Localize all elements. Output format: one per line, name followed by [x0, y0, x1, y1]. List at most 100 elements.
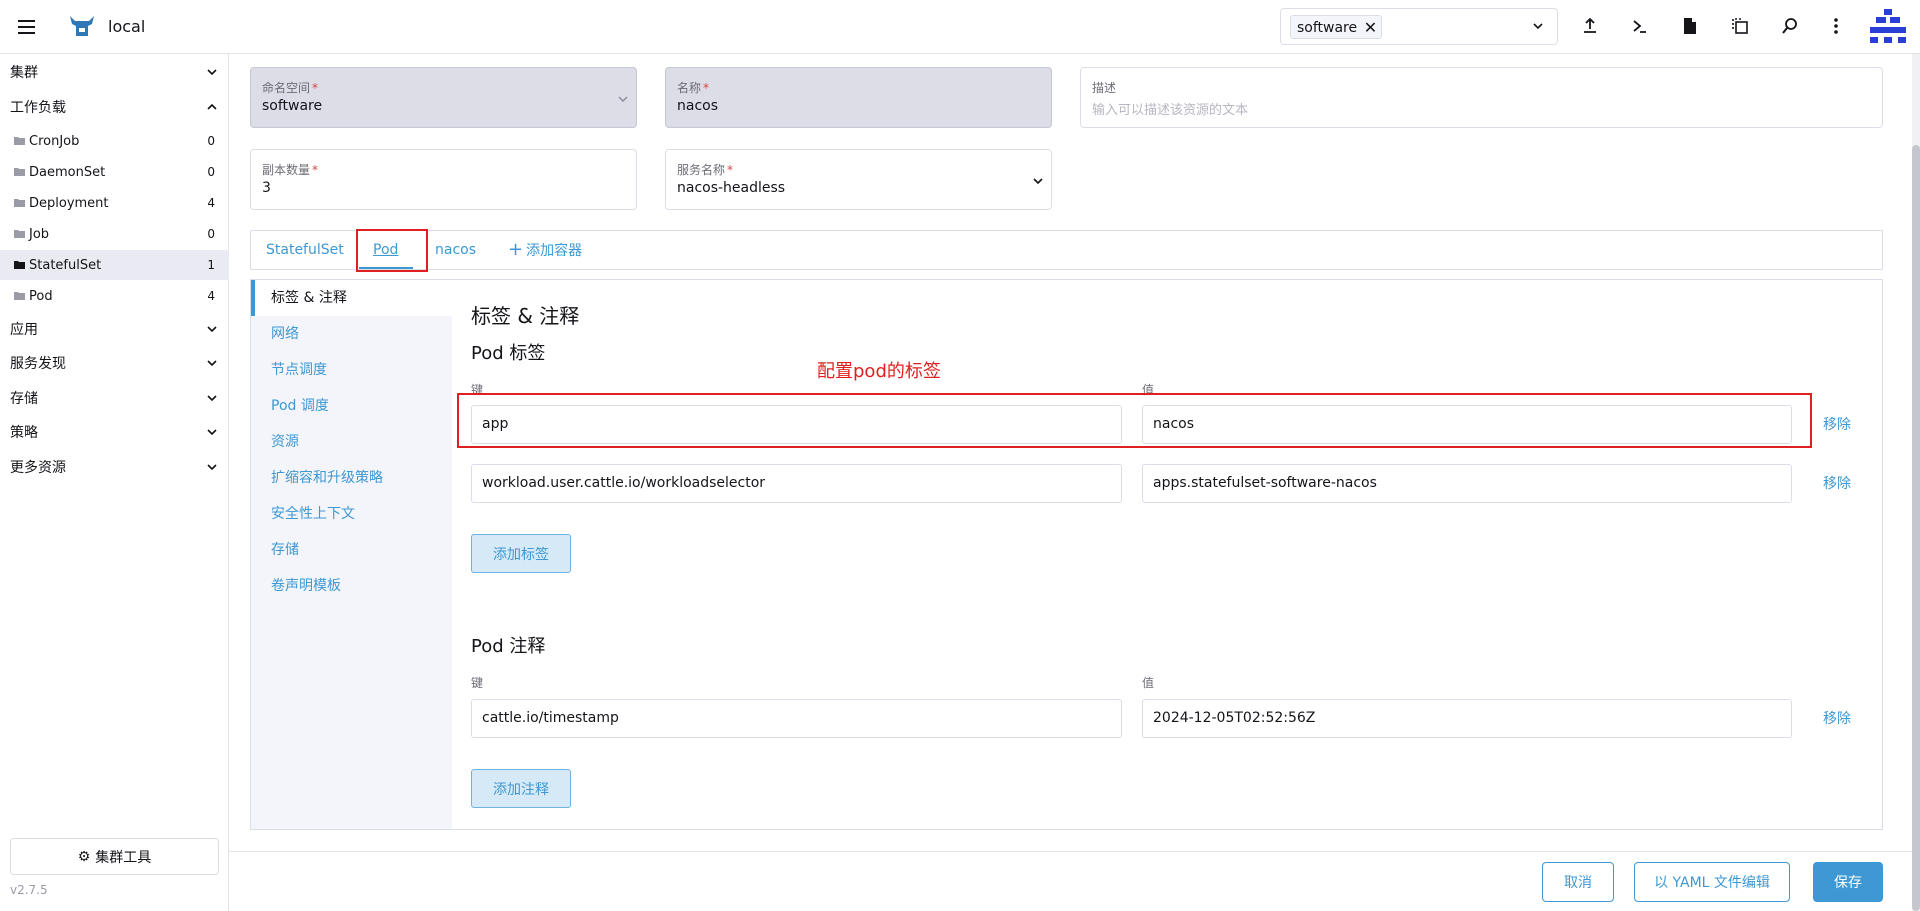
- chevron-down-icon[interactable]: [1531, 16, 1545, 40]
- nav-group-label: 策略: [10, 425, 38, 441]
- sidebar-item-label: DaemonSet: [29, 164, 106, 180]
- description-placeholder: 输入可以描述该资源的文本: [1092, 103, 1249, 118]
- label-key-input[interactable]: workload.user.cattle.io/workloadselector: [471, 464, 1122, 503]
- add-container-tab[interactable]: + 添加容器: [508, 231, 582, 269]
- user-avatar-icon[interactable]: [1868, 7, 1908, 47]
- nav-group-storage[interactable]: 存储: [0, 383, 229, 413]
- upload-icon[interactable]: [1578, 14, 1602, 38]
- label-key-input[interactable]: app: [471, 405, 1122, 444]
- gear-icon: ⚙: [77, 848, 91, 865]
- add-annotation-button[interactable]: 添加注释: [471, 769, 571, 808]
- edit-yaml-button[interactable]: 以 YAML 文件编辑: [1634, 862, 1790, 902]
- remove-annotation-button[interactable]: 移除: [1823, 708, 1851, 728]
- scrollbar-thumb[interactable]: [1912, 145, 1920, 911]
- remove-label-button[interactable]: 移除: [1823, 473, 1851, 493]
- nav-group-service-discovery[interactable]: 服务发现: [0, 348, 229, 378]
- replicas-value: 3: [262, 180, 271, 196]
- top-header: local software ✕: [0, 0, 1920, 54]
- sidebar-item-count: 0: [207, 227, 215, 241]
- nav-group-label: 更多资源: [10, 460, 66, 476]
- label-value-input[interactable]: apps.statefulset-software-nacos: [1142, 464, 1792, 503]
- namespace-value: software: [262, 98, 323, 114]
- sidebar-item-daemonset[interactable]: DaemonSet 0: [0, 157, 229, 187]
- sidebar-item-label: CronJob: [29, 133, 80, 149]
- menu-icon[interactable]: [14, 15, 38, 39]
- side-tab-volume-claim-templates[interactable]: 卷声明模板: [251, 568, 452, 604]
- close-icon[interactable]: ✕: [1364, 16, 1377, 40]
- nav-group-workload[interactable]: 工作负载: [0, 92, 229, 122]
- side-tab-pod-scheduling[interactable]: Pod 调度: [251, 388, 452, 424]
- sidebar-item-pod[interactable]: Pod 4: [0, 281, 229, 311]
- chevron-up-icon: [205, 99, 219, 119]
- chevron-down-icon: [616, 93, 630, 109]
- annotation-note: 配置pod的标签: [817, 361, 941, 382]
- replicas-input[interactable]: 副本数量 * 3: [250, 149, 637, 210]
- sidebar-item-statefulset[interactable]: StatefulSet 1: [0, 250, 229, 280]
- sidebar-item-count: 0: [207, 165, 215, 179]
- sidebar-item-count: 4: [207, 196, 215, 210]
- search-icon[interactable]: [1778, 14, 1802, 38]
- description-field[interactable]: 描述 输入可以描述该资源的文本: [1080, 67, 1883, 128]
- folder-icon: [14, 168, 25, 176]
- copy-config-icon[interactable]: [1728, 14, 1752, 38]
- cluster-tools-label: 集群工具: [95, 849, 152, 866]
- sidebar-item-deployment[interactable]: Deployment 4: [0, 188, 229, 218]
- side-tab-scaling-upgrade[interactable]: 扩缩容和升级策略: [251, 460, 452, 496]
- nav-group-more-resources[interactable]: 更多资源: [0, 452, 229, 482]
- cancel-button[interactable]: 取消: [1542, 862, 1614, 902]
- terminal-icon[interactable]: [1628, 14, 1652, 38]
- sidebar: 集群 工作负载 CronJob 0 DaemonSet 0 Deployment…: [0, 54, 229, 911]
- remove-label-button[interactable]: 移除: [1823, 414, 1851, 434]
- more-vertical-icon[interactable]: [1824, 14, 1848, 38]
- service-name-value: nacos-headless: [677, 180, 786, 196]
- name-field: 名称 * nacos: [665, 67, 1052, 128]
- section-title: 标签 & 注释: [471, 304, 580, 328]
- save-button[interactable]: 保存: [1813, 862, 1883, 902]
- folder-icon: [14, 261, 25, 269]
- side-tab-network[interactable]: 网络: [251, 316, 452, 352]
- side-tab-labels-annotations[interactable]: 标签 & 注释: [251, 280, 452, 316]
- sidebar-item-cronjob[interactable]: CronJob 0: [0, 126, 229, 156]
- namespace-label: 命名空间: [262, 81, 311, 95]
- chevron-down-icon: [205, 390, 219, 410]
- description-label: 描述: [1092, 81, 1117, 95]
- sidebar-item-label: Pod: [29, 288, 53, 304]
- nav-group-policy[interactable]: 策略: [0, 417, 229, 447]
- service-name-select[interactable]: 服务名称 * nacos-headless: [665, 149, 1052, 210]
- file-icon[interactable]: [1678, 14, 1702, 38]
- add-label-button[interactable]: 添加标签: [471, 534, 571, 573]
- folder-icon: [14, 292, 25, 300]
- sidebar-item-count: 1: [207, 258, 215, 272]
- side-tab-node-scheduling[interactable]: 节点调度: [251, 352, 452, 388]
- tab-nacos[interactable]: nacos: [435, 231, 476, 269]
- namespace-filter-select[interactable]: software ✕: [1280, 8, 1558, 45]
- nav-group-label: 应用: [10, 322, 38, 338]
- annotation-value-input[interactable]: 2024-12-05T02:52:56Z: [1142, 699, 1792, 738]
- nav-group-cluster[interactable]: 集群: [0, 57, 229, 87]
- key-column-label: 键: [471, 676, 484, 690]
- replicas-label: 副本数量: [262, 163, 311, 177]
- name-label: 名称: [677, 81, 702, 95]
- side-tab-storage[interactable]: 存储: [251, 532, 452, 568]
- pod-tab-highlight-box: [356, 229, 428, 272]
- annotation-key-input[interactable]: cattle.io/timestamp: [471, 699, 1122, 738]
- side-tab-resources[interactable]: 资源: [251, 424, 452, 460]
- chevron-down-icon: [205, 459, 219, 479]
- namespace-chip-label: software: [1297, 20, 1358, 36]
- sidebar-item-job[interactable]: Job 0: [0, 219, 229, 249]
- chevron-down-icon: [205, 424, 219, 444]
- nav-group-label: 工作负载: [10, 100, 66, 116]
- chevron-down-icon: [205, 64, 219, 84]
- side-tab-security-context[interactable]: 安全性上下文: [251, 496, 452, 532]
- namespace-chip: software ✕: [1290, 15, 1383, 40]
- cluster-tools-button[interactable]: ⚙ 集群工具: [10, 838, 219, 875]
- value-column-label: 值: [1142, 676, 1155, 690]
- name-value: nacos: [677, 98, 719, 114]
- nav-group-apps[interactable]: 应用: [0, 314, 229, 344]
- label-value-input[interactable]: nacos: [1142, 405, 1792, 444]
- tab-statefulset[interactable]: StatefulSet: [266, 231, 344, 269]
- cow-logo-icon: [68, 14, 96, 42]
- sidebar-item-count: 0: [207, 134, 215, 148]
- chevron-down-icon[interactable]: [1031, 175, 1045, 191]
- namespace-field: 命名空间 * software: [250, 67, 637, 128]
